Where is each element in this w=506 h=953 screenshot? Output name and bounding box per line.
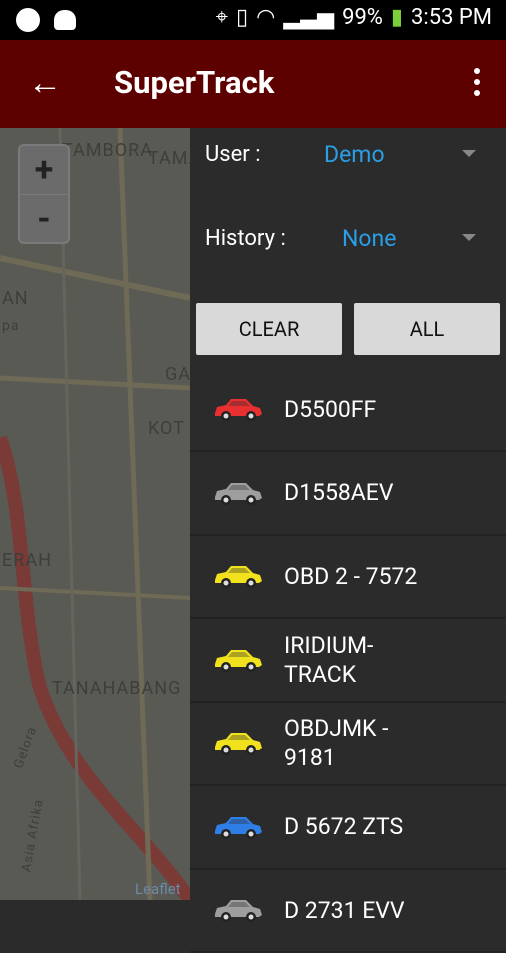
app-toolbar: ← SuperTrack (0, 40, 506, 128)
vehicle-name: IRIDIUM- TRACK (284, 631, 374, 688)
vehicle-list-item[interactable]: OBDJMK - 9181 (190, 702, 506, 786)
back-arrow-icon[interactable]: ← (28, 66, 62, 100)
android-icon (54, 10, 76, 30)
car-icon (215, 816, 262, 839)
vehicle-list-item[interactable]: OBD 2 - 7572 (190, 535, 506, 619)
zoom-in-button[interactable]: + (20, 146, 68, 195)
vehicle-name: D1558AEV (284, 479, 394, 506)
wifi-icon: ◠ (256, 5, 276, 30)
vehicle-list-item[interactable]: D 5672 ZTS (190, 786, 506, 870)
map-label: AN (2, 288, 29, 309)
map-view[interactable]: TAMBORA TAMA GA KOT AN pa ERAH TANAHABAN… (0, 128, 190, 900)
map-label: ERAH (2, 550, 52, 571)
vehicle-list-item[interactable]: D1558AEV (190, 452, 506, 536)
signal-icon: ▂▃▅ (283, 5, 335, 30)
map-label: GA (165, 364, 190, 385)
vehicle-name: OBDJMK - 9181 (284, 715, 389, 771)
vehicle-list-item[interactable]: D 2731 EVV (190, 869, 506, 953)
history-label: History : (205, 226, 286, 251)
car-icon (215, 482, 262, 505)
map-attribution[interactable]: Leaflet (135, 880, 181, 898)
map-label: TAMA (148, 148, 190, 169)
zoom-control: + - (18, 144, 70, 244)
notification-dot-icon (16, 8, 40, 32)
map-label: TANAHABANG (52, 678, 182, 699)
vehicle-name: D5500FF (284, 395, 377, 423)
map-label: pa (2, 318, 20, 334)
car-icon (215, 399, 262, 421)
vehicle-name: OBD 2 - 7572 (284, 562, 418, 590)
status-bar: ⌖ ▯ ◠ ▂▃▅ 99% ▮ 3:53 PM (0, 0, 506, 40)
car-icon (215, 649, 262, 672)
vehicle-list-item[interactable]: D5500FF (190, 368, 506, 452)
zoom-out-button[interactable]: - (20, 195, 68, 243)
location-icon: ⌖ (215, 5, 228, 30)
car-icon (215, 900, 262, 922)
history-dropdown-caret-icon[interactable] (462, 234, 476, 241)
user-label: User : (205, 142, 261, 167)
vehicle-drawer: User : Demo History : None CLEAR ALL D55… (190, 128, 506, 953)
overflow-menu-icon[interactable] (474, 68, 482, 101)
vehicle-list-item[interactable]: IRIDIUM- TRACK (190, 619, 506, 703)
user-select[interactable]: Demo (324, 141, 385, 168)
vibrate-icon: ▯ (236, 5, 249, 30)
clear-button[interactable]: CLEAR (196, 303, 342, 355)
map-label: TAMBORA (62, 140, 153, 161)
battery-percent: 99% (342, 5, 383, 30)
app-title: SuperTrack (114, 64, 275, 101)
car-icon (215, 733, 262, 755)
all-button[interactable]: ALL (354, 303, 500, 355)
user-dropdown-caret-icon[interactable] (462, 150, 476, 157)
car-icon (215, 566, 262, 588)
vehicle-name: D 5672 ZTS (284, 813, 404, 840)
battery-charging-icon: ▮ (390, 5, 404, 30)
map-label: KOT (148, 418, 185, 439)
history-select[interactable]: None (342, 225, 396, 252)
clock: 3:53 PM (411, 5, 492, 30)
